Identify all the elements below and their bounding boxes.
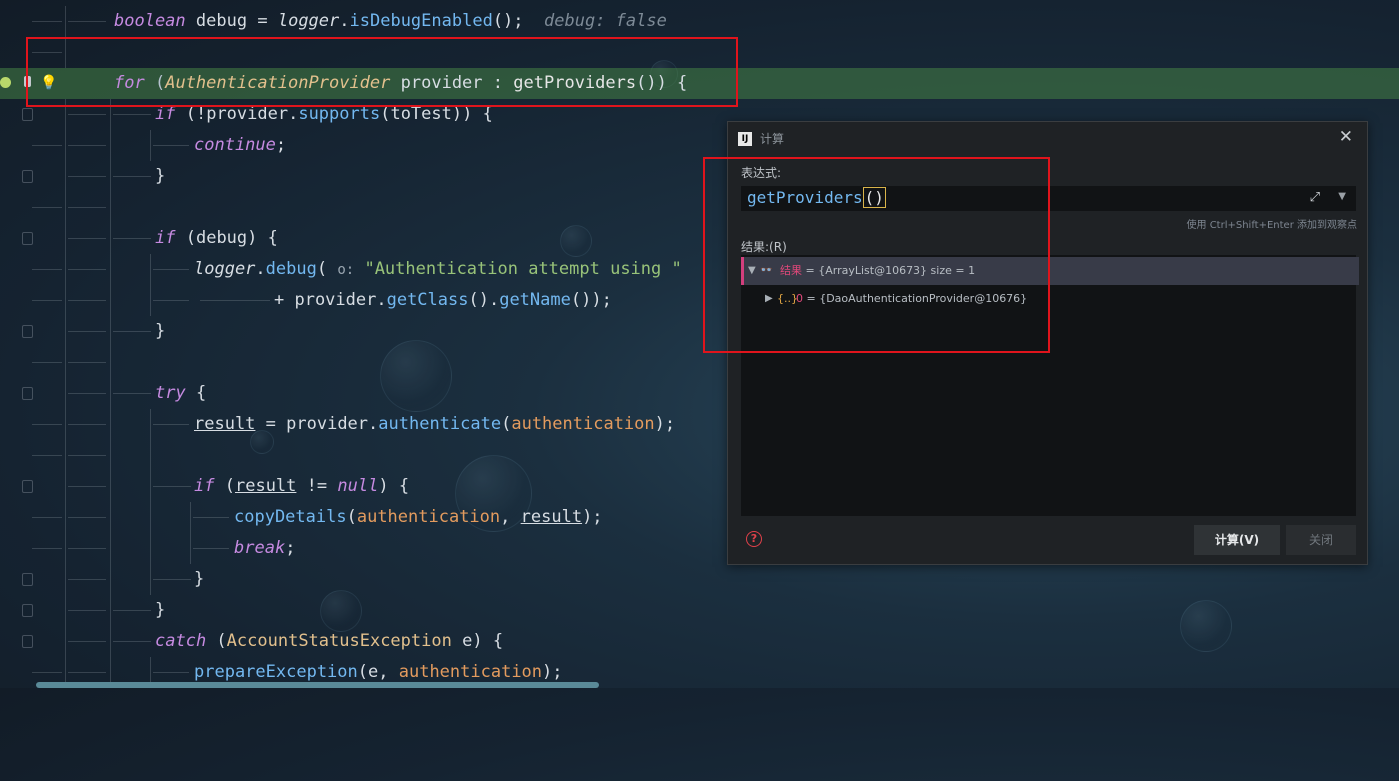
parameter: authentication [511, 414, 655, 434]
type-name: AuthenticationProvider [165, 73, 391, 93]
close-icon[interactable]: ✕ [1339, 127, 1353, 147]
method-call: supports [298, 104, 381, 124]
expression: (!provider. [185, 104, 299, 124]
punctuation: (toTest)) { [380, 104, 493, 124]
logger-ref: logger [277, 11, 340, 31]
closing-brace: } [155, 600, 166, 620]
keyword: if [155, 228, 176, 248]
lightbulb-icon[interactable]: 💡 [40, 68, 57, 99]
chevron-right-icon[interactable]: ▶ [765, 285, 773, 313]
punctuation: (). [468, 290, 500, 310]
punctuation: ); [654, 414, 676, 434]
punctuation: (); [492, 11, 524, 31]
close-button[interactable]: 关闭 [1286, 525, 1356, 555]
expression: (e, [357, 662, 389, 682]
horizontal-scrollbar[interactable] [36, 682, 599, 688]
child-name: 0 [796, 292, 803, 305]
parameter: authentication [356, 507, 501, 527]
keyword: null [337, 476, 379, 496]
code-line[interactable]: catch (AccountStatusException e) { [0, 626, 1399, 657]
keyword: if [194, 476, 215, 496]
keyword: catch [155, 631, 207, 651]
expand-icon[interactable]: ⤢ [1310, 190, 1320, 205]
expression: + provider. [274, 290, 387, 310]
method-call: prepareException [194, 662, 358, 682]
expression-input[interactable]: getProviders() ⤢ ▼ [741, 186, 1356, 211]
keyword: boolean [114, 11, 186, 31]
result-child-row[interactable]: ▶ {..} 0 = {DaoAuthenticationProvider@10… [741, 285, 1356, 313]
type-name: AccountStatusException [226, 631, 452, 651]
logger-ref: logger [194, 259, 256, 279]
chevron-down-icon[interactable]: ▼ [1338, 191, 1346, 202]
code-line[interactable] [0, 37, 1399, 68]
variable: debug [195, 11, 248, 31]
inline-debug-value: debug: false [544, 11, 667, 31]
method-call: authenticate [378, 414, 502, 434]
punctuation: ); [582, 507, 603, 527]
variable: e [462, 631, 473, 651]
expression-label: 表达式: [741, 166, 782, 180]
help-icon[interactable]: ? [746, 531, 762, 547]
code-line-current[interactable]: 💡 for (AuthenticationProvider provider :… [0, 68, 1399, 99]
method-call: copyDetails [234, 507, 347, 527]
result-value: = {ArrayList@10673} size = 1 [805, 264, 976, 277]
punctuation: ) { [378, 476, 410, 496]
expression-text: getProviders [747, 188, 863, 207]
punctuation: { [195, 383, 207, 403]
operator: != [306, 476, 328, 496]
punctuation: ) { [472, 631, 504, 651]
punctuation: , [500, 507, 511, 527]
keyword: try [155, 383, 186, 403]
watch-glasses-icon: 👓 [760, 265, 773, 276]
punctuation: ()) { [636, 73, 688, 93]
punctuation: ; [285, 538, 296, 558]
closing-brace: } [155, 166, 166, 186]
closing-brace: } [194, 569, 205, 589]
parameter-hint: o: [337, 262, 355, 278]
method-call: getName [499, 290, 571, 310]
variable: result [520, 507, 583, 527]
code-line[interactable]: } [0, 564, 1399, 595]
evaluate-button[interactable]: 计算(V) [1194, 525, 1280, 555]
chevron-down-icon[interactable]: ▼ [748, 257, 756, 285]
closing-brace: } [155, 321, 166, 341]
result-name: 结果 [780, 264, 802, 277]
method-call: debug [265, 259, 317, 279]
expression: = provider. [265, 414, 379, 434]
method-call: getProviders [513, 73, 637, 93]
expression-parens: () [862, 187, 886, 208]
evaluate-dialog[interactable]: IJ 计算 ✕ 表达式: getProviders() ⤢ ▼ 使用 Ctrl+… [727, 121, 1368, 565]
variable: result [194, 414, 256, 434]
string-literal: "Authentication attempt using " [364, 259, 682, 279]
code-line[interactable]: boolean debug = logger.isDebugEnabled();… [0, 6, 1399, 37]
breakpoint-check-icon[interactable] [0, 77, 11, 88]
keyword: for [114, 73, 145, 93]
keyword: continue [194, 135, 276, 155]
variable: result [234, 476, 297, 496]
punctuation: ); [542, 662, 563, 682]
child-value: = {DaoAuthenticationProvider@10676} [806, 292, 1028, 305]
result-root-row[interactable]: ▼ 👓 结果 = {ArrayList@10673} size = 1 [741, 257, 1359, 285]
punctuation: ( [224, 476, 235, 496]
punctuation: ; [275, 135, 287, 155]
field-icon: {..} [777, 292, 798, 305]
bookmark-icon[interactable] [24, 76, 31, 87]
result-label: 结果:(R) [741, 240, 787, 254]
method-call: getClass [386, 290, 469, 310]
keyword: if [155, 104, 176, 124]
variable: provider [400, 73, 483, 93]
punctuation: ()); [570, 290, 612, 310]
keyword: break [234, 538, 286, 558]
operator: = [257, 11, 268, 31]
intellij-logo-icon: IJ [738, 132, 752, 146]
shortcut-hint: 使用 Ctrl+Shift+Enter 添加到观察点 [1186, 220, 1357, 231]
method-call: isDebugEnabled [349, 11, 493, 31]
dialog-title: 计算 [760, 132, 785, 146]
code-line[interactable]: } [0, 595, 1399, 626]
operator: : [492, 73, 504, 93]
expression: (debug) { [185, 228, 278, 248]
result-tree[interactable]: ▼ 👓 结果 = {ArrayList@10673} size = 1 ▶ {.… [741, 255, 1359, 516]
dialog-title-bar[interactable]: IJ 计算 ✕ [728, 122, 1367, 154]
parameter: authentication [398, 662, 543, 682]
